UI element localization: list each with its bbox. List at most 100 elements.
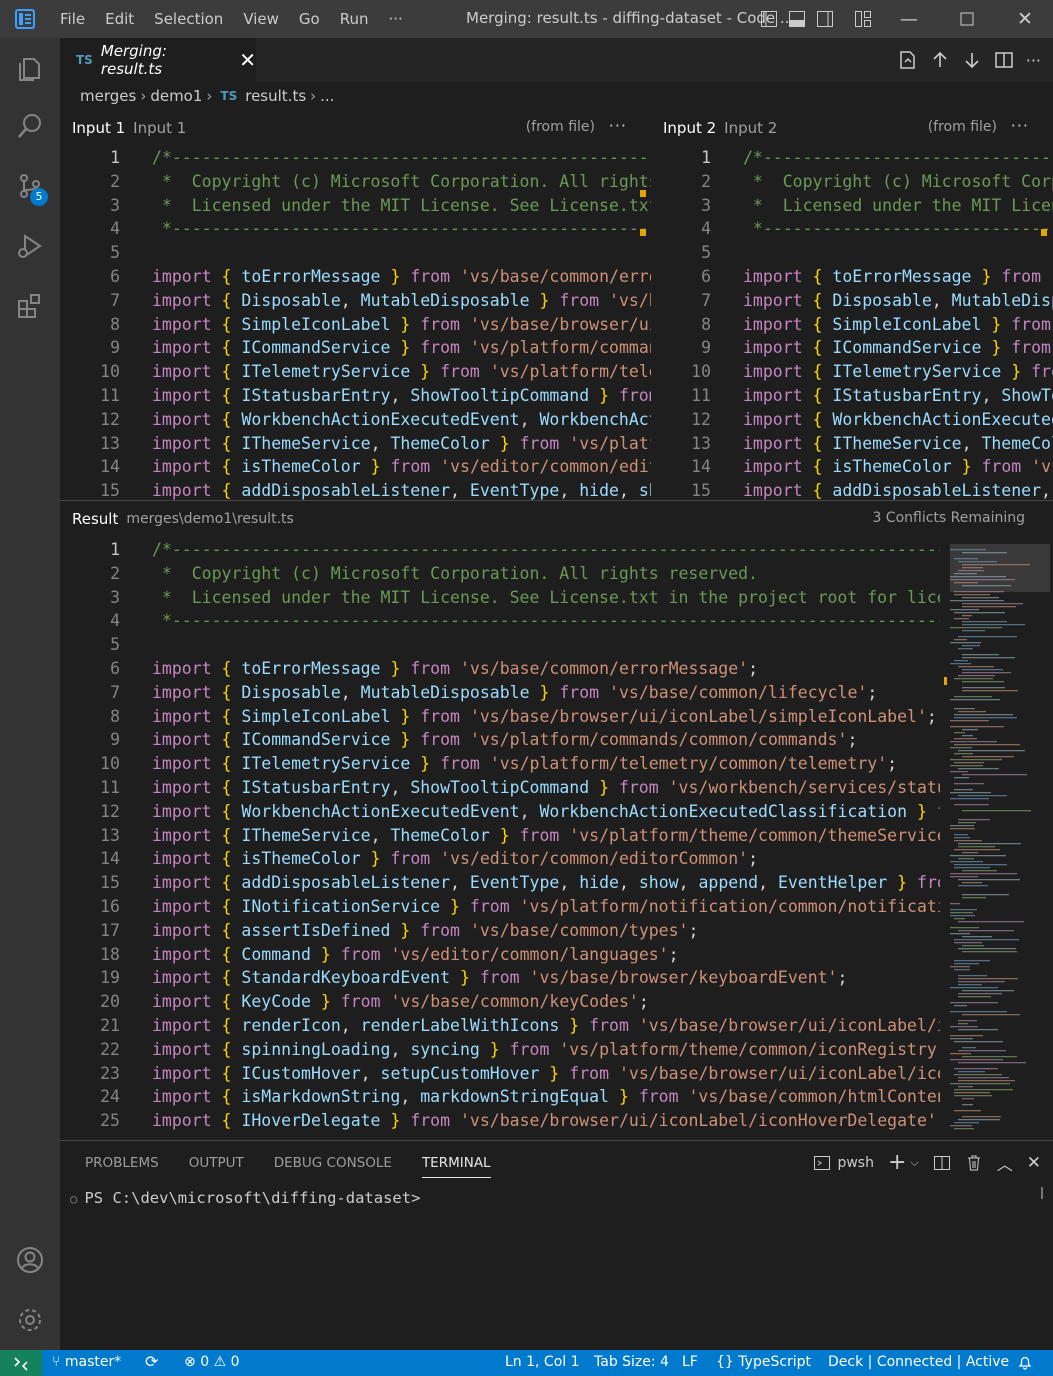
open-file-icon[interactable] xyxy=(896,49,918,71)
explorer-icon[interactable] xyxy=(10,48,50,88)
result-code[interactable]: 1 /*-------------------------------------… xyxy=(60,538,940,1133)
accounts-icon[interactable] xyxy=(10,1240,50,1280)
tab-terminal[interactable]: TERMINAL xyxy=(421,1155,491,1178)
next-conflict-icon[interactable] xyxy=(962,50,982,70)
close-tab-icon[interactable]: ✕ xyxy=(239,48,256,72)
code-line[interactable]: 14 import { isThemeColor } from 'vs/edito… xyxy=(651,455,1053,479)
minimize-icon[interactable]: — xyxy=(880,9,938,30)
menu-edit[interactable]: Edit xyxy=(95,10,144,28)
notifications-bell-icon[interactable] xyxy=(1017,1354,1033,1374)
code-line[interactable]: 13 import { IThemeService, ThemeColor } f… xyxy=(651,432,1053,456)
code-line[interactable]: 2 * Copyright (c) Microsoft Corporation.… xyxy=(60,170,651,194)
code-line[interactable]: 19 import { StandardKeyboardEvent } from … xyxy=(60,966,940,990)
code-line[interactable]: 3 * Licensed under the MIT License. See … xyxy=(60,586,940,610)
code-line[interactable]: 3 * Licensed under the MIT License. See … xyxy=(60,194,651,218)
search-icon[interactable] xyxy=(10,106,50,146)
code-line[interactable]: 15 import { addDisposableListener, EventT… xyxy=(60,479,651,500)
input2-code[interactable]: 1 /*-------------------------------------… xyxy=(651,146,1053,500)
code-line[interactable]: 5 xyxy=(60,633,940,657)
code-line[interactable]: 14 import { isThemeColor } from 'vs/edito… xyxy=(60,847,940,871)
close-window-icon[interactable]: ✕ xyxy=(996,8,1053,30)
code-line[interactable]: 11 import { IStatusbarEntry, ShowTooltipC… xyxy=(60,384,651,408)
breadcrumb-file[interactable]: result.ts xyxy=(245,87,306,105)
code-line[interactable]: 18 import { Command } from 'vs/editor/com… xyxy=(60,943,940,967)
code-line[interactable]: 12 import { WorkbenchActionExecutedEvent,… xyxy=(60,408,651,432)
customize-layout-icon[interactable] xyxy=(854,10,872,28)
new-terminal-icon[interactable]: + xyxy=(888,1152,906,1174)
code-line[interactable]: 7 import { Disposable, MutableDisposable … xyxy=(60,289,651,313)
maximize-panel-icon[interactable]: ︿ xyxy=(997,1151,1013,1175)
code-line[interactable]: 1 /*-------------------------------------… xyxy=(60,146,651,170)
code-line[interactable]: 1 /*-------------------------------------… xyxy=(60,538,940,562)
menu-file[interactable]: File xyxy=(50,10,95,28)
code-line[interactable]: 9 import { ICommandService } from 'vs/pla… xyxy=(651,336,1053,360)
kill-terminal-trash-icon[interactable] xyxy=(965,1154,983,1172)
code-line[interactable]: 7 import { Disposable, MutableDisposable … xyxy=(60,681,940,705)
code-line[interactable]: 13 import { IThemeService, ThemeColor } f… xyxy=(60,824,940,848)
menu-run[interactable]: Run xyxy=(330,10,379,28)
language-mode[interactable]: {} TypeScript xyxy=(716,1354,811,1370)
code-line[interactable]: 24 import { isMarkdownString, markdownStr… xyxy=(60,1085,940,1109)
code-line[interactable]: 10 import { ITelemetryService } from 'vs/… xyxy=(651,360,1053,384)
tab-debug-console[interactable]: DEBUG CONSOLE xyxy=(274,1155,392,1178)
chevron-down-icon[interactable]: ⌵ xyxy=(910,1156,918,1170)
close-panel-icon[interactable]: ✕ xyxy=(1027,1153,1041,1173)
terminal-shell-selector[interactable]: pwsh xyxy=(813,1154,874,1172)
code-line[interactable]: 6 import { toErrorMessage } from 'vs/base… xyxy=(60,265,651,289)
terminal-scrollbar[interactable] xyxy=(1041,1187,1043,1199)
code-line[interactable]: 16 import { INotificationService } from '… xyxy=(60,895,940,919)
code-line[interactable]: 4 *-------------------------------------… xyxy=(651,217,1053,241)
code-line[interactable]: 12 import { WorkbenchActionExecutedEvent,… xyxy=(651,408,1053,432)
code-line[interactable]: 7 import { Disposable, MutableDisposable … xyxy=(651,289,1053,313)
git-branch[interactable]: ⑂ master* xyxy=(52,1354,121,1370)
code-line[interactable]: 15 import { addDisposableListener, EventT… xyxy=(60,871,940,895)
minimap[interactable] xyxy=(940,540,1053,1138)
toggle-primary-sidebar-icon[interactable] xyxy=(760,10,778,28)
code-line[interactable]: 4 *-------------------------------------… xyxy=(60,609,940,633)
tab-output[interactable]: OUTPUT xyxy=(189,1155,244,1178)
settings-gear-icon[interactable] xyxy=(10,1300,50,1340)
tab-size[interactable]: Tab Size: 4 xyxy=(594,1354,669,1370)
code-line[interactable]: 2 * Copyright (c) Microsoft Corporation.… xyxy=(60,562,940,586)
code-line[interactable]: 3 * Licensed under the MIT License. See … xyxy=(651,194,1053,218)
code-line[interactable]: 12 import { WorkbenchActionExecutedEvent,… xyxy=(60,800,940,824)
problems-indicator[interactable]: ⊗ 0 ⚠ 0 xyxy=(184,1354,240,1370)
conflicts-remaining[interactable]: 3 Conflicts Remaining xyxy=(872,510,1025,526)
deck-status[interactable]: Deck | Connected | Active xyxy=(828,1354,1009,1370)
code-line[interactable]: 8 import { SimpleIconLabel } from 'vs/bas… xyxy=(60,705,940,729)
code-line[interactable]: 4 *-------------------------------------… xyxy=(60,217,651,241)
code-line[interactable]: 25 import { IHoverDelegate } from 'vs/bas… xyxy=(60,1109,940,1133)
toggle-panel-icon[interactable] xyxy=(788,10,806,28)
menu-selection[interactable]: Selection xyxy=(144,10,233,28)
breadcrumb-more[interactable]: ... xyxy=(320,87,334,105)
breadcrumb-merges[interactable]: merges xyxy=(80,87,136,105)
code-line[interactable]: 5 xyxy=(651,241,1053,265)
code-line[interactable]: 10 import { ITelemetryService } from 'vs/… xyxy=(60,360,651,384)
menu-go[interactable]: Go xyxy=(289,10,330,28)
code-line[interactable]: 14 import { isThemeColor } from 'vs/edito… xyxy=(60,455,651,479)
input2-more-icon[interactable]: ··· xyxy=(1011,116,1029,135)
code-line[interactable]: 23 import { ICustomHover, setupCustomHove… xyxy=(60,1062,940,1086)
code-line[interactable]: 1 /*-------------------------------------… xyxy=(651,146,1053,170)
menu-view[interactable]: View xyxy=(233,10,289,28)
previous-conflict-icon[interactable] xyxy=(930,50,950,70)
more-actions-icon[interactable]: ··· xyxy=(1026,51,1041,70)
code-line[interactable]: 2 * Copyright (c) Microsoft Corporation.… xyxy=(651,170,1053,194)
extensions-icon[interactable] xyxy=(10,286,50,326)
tab-problems[interactable]: PROBLEMS xyxy=(85,1155,159,1178)
code-line[interactable]: 21 import { renderIcon, renderLabelWithIc… xyxy=(60,1014,940,1038)
toggle-secondary-sidebar-icon[interactable] xyxy=(816,10,834,28)
code-line[interactable]: 5 xyxy=(60,241,651,265)
run-debug-icon[interactable] xyxy=(10,226,50,266)
code-line[interactable]: 22 import { spinningLoading, syncing } fr… xyxy=(60,1038,940,1062)
code-line[interactable]: 9 import { ICommandService } from 'vs/pla… xyxy=(60,728,940,752)
split-editor-icon[interactable] xyxy=(994,50,1014,70)
code-line[interactable]: 13 import { IThemeService, ThemeColor } f… xyxy=(60,432,651,456)
menu-more[interactable]: ··· xyxy=(379,10,413,28)
input1-code[interactable]: 1 /*-------------------------------------… xyxy=(60,146,651,500)
code-line[interactable]: 20 import { KeyCode } from 'vs/base/commo… xyxy=(60,990,940,1014)
code-line[interactable]: 11 import { IStatusbarEntry, ShowTooltipC… xyxy=(60,776,940,800)
code-line[interactable]: 6 import { toErrorMessage } from 'vs/base… xyxy=(651,265,1053,289)
split-terminal-icon[interactable] xyxy=(933,1154,951,1172)
remote-indicator-icon[interactable] xyxy=(0,1350,42,1376)
